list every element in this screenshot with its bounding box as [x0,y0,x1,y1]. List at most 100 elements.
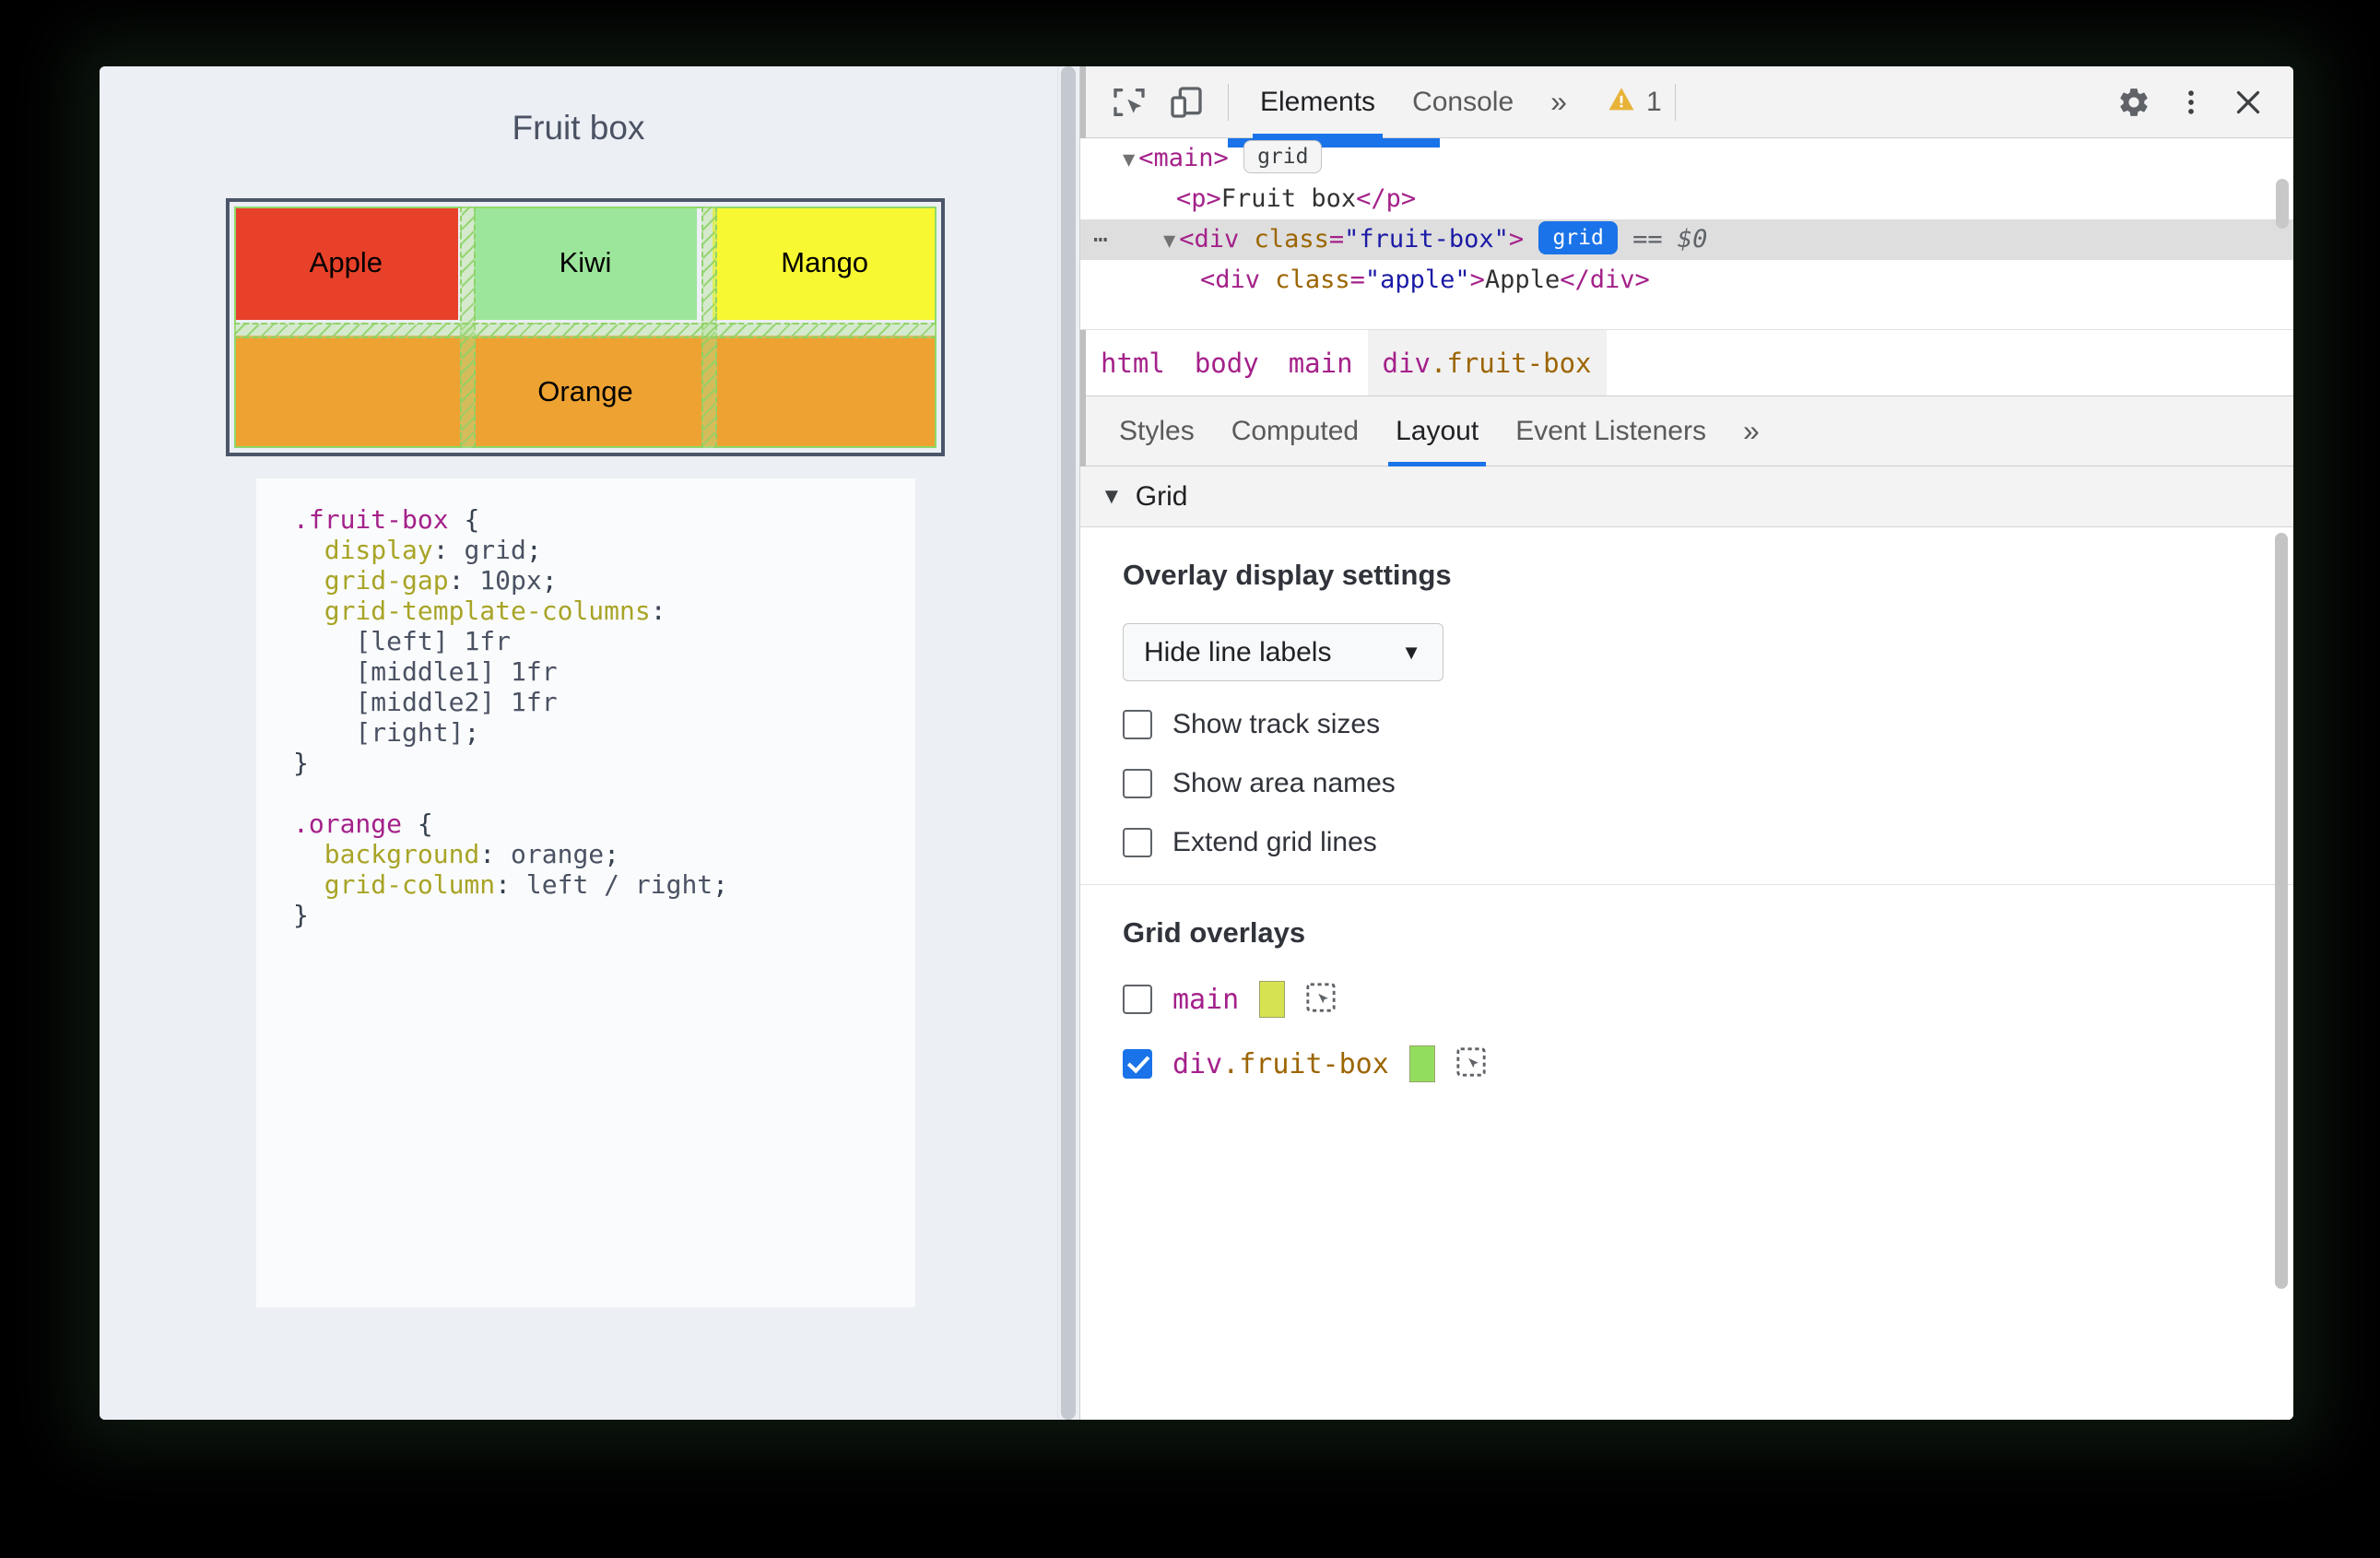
dom-tree-row[interactable]: ▼ <main> grid [1080,138,2293,179]
close-icon[interactable] [2220,74,2277,131]
dom-console-ref: $0 [1677,225,1708,254]
checkbox-row-show-area-names[interactable]: Show area names [1123,768,2251,799]
dom-token: > [1469,266,1485,294]
grid-overlays-heading: Grid overlays [1123,916,1306,949]
fruit-box-container: Apple Kiwi Mango Orange [226,198,945,456]
dom-token: class [1239,225,1329,254]
grid-overlay-item: div.fruit-box [1123,1045,2251,1082]
dom-tree-row[interactable]: <p>Fruit box</p> [1080,179,2293,219]
page-scrollbar-track[interactable] [1057,66,1079,1420]
line-labels-select-wrap[interactable]: Hide line labelsShow line namesShow line… [1123,623,1443,681]
device-toolbar-icon[interactable] [1158,74,1215,131]
expand-twisty-icon[interactable]: ▼ [1123,148,1135,171]
more-vertical-icon[interactable] [2162,74,2220,131]
dom-token: Apple [1484,266,1561,294]
overlay-display-settings: Overlay display settings Hide line label… [1080,527,2293,885]
select-element-icon[interactable] [1455,1046,1487,1082]
dom-token: div [1589,266,1635,294]
grid-overlay-element-name[interactable]: main [1172,984,1239,1016]
breadcrumb-item-body[interactable]: body [1180,330,1274,395]
chevron-down-icon[interactable]: ▼ [1101,484,1123,510]
grid-overlay-item: main [1123,981,2251,1018]
grid-cell-apple: Apple [234,207,458,320]
grid-cell-label: Orange [537,374,633,407]
page-scrollbar-thumb[interactable] [1061,66,1076,1420]
tab-layout[interactable]: Layout [1377,396,1497,466]
css-source-card: .fruit-box { display: grid; grid-gap: 10… [256,478,915,1307]
breadcrumb-tag: html [1101,347,1165,379]
dom-token: < [1200,266,1216,294]
breadcrumb-item-main[interactable]: main [1274,330,1368,395]
grid-overlay-color-swatch[interactable] [1408,1045,1435,1082]
grid-cell-label: Apple [309,246,383,279]
dom-tree[interactable]: ▼ <main> grid <p>Fruit box</p> ⋯ ▼ <div class… [1080,138,2293,330]
warning-count: 1 [1645,86,1662,117]
warning-indicator[interactable]: 1 [1606,84,1662,120]
breadcrumb: html body main div .fruit-box [1080,330,2293,396]
dom-token: < [1179,225,1195,254]
grid-badge[interactable]: grid [1538,221,1618,254]
toolbar-divider-2 [1674,83,1676,121]
checkbox-icon[interactable] [1123,769,1152,798]
overlay-checkbox-list: Show track sizes Show area names Extend gr… [1123,709,2251,858]
grid-overlay-checkbox[interactable] [1123,1049,1152,1079]
dom-token: > [1634,266,1650,294]
dom-token: > [1213,144,1229,172]
grid-cell-label: Kiwi [559,246,612,279]
dom-token: = [1328,225,1345,254]
expand-twisty-icon[interactable]: ▼ [1163,230,1175,253]
dom-token: main [1153,144,1214,172]
breadcrumb-item-html[interactable]: html [1080,330,1180,395]
grid-cell-label: Mango [781,246,869,279]
breadcrumb-tag: body [1194,347,1259,379]
devtools-toolbar: Elements Console » 1 [1080,66,2293,138]
page-title: Fruit box [512,109,645,147]
select-element-icon[interactable] [1305,982,1337,1018]
grid-overlay-list: main div.fruit-box [1123,981,2251,1082]
more-tabs-icon[interactable]: » [1532,85,1585,119]
grid-section-header[interactable]: ▼ Grid [1080,466,2293,527]
dom-token: div [1215,266,1261,294]
dom-token: p [1385,184,1401,213]
grid-overlay-element-name[interactable]: div.fruit-box [1172,1048,1389,1080]
css-source-code: .fruit-box { display: grid; grid-gap: 10… [293,504,729,931]
dom-tree-scrollbar[interactable] [2276,179,2289,229]
fruit-box-grid: Apple Kiwi Mango Orange [234,207,937,448]
dom-token: </ [1356,184,1386,213]
tab-styles[interactable]: Styles [1101,396,1213,466]
breadcrumb-item-div-fruit-box[interactable]: div .fruit-box [1367,330,1607,395]
line-labels-select[interactable]: Hide line labelsShow line namesShow line… [1123,623,1443,681]
tab-console[interactable]: Console [1394,66,1532,138]
dom-tree-row[interactable]: <div class="apple">Apple</div> [1080,260,2293,301]
layout-pane: ▼ Grid Overlay display settings Hide lin… [1080,466,2293,1420]
grid-overlays-section: Grid overlays main div.fruit-box [1080,885,2293,1136]
dom-tree-row[interactable]: ⋯ ▼ <div class="fruit-box"> grid == $0 [1080,219,2293,260]
grid-cell-mango: Mango [713,207,937,320]
dom-token: > [1206,184,1221,213]
gear-icon[interactable] [2105,74,2162,131]
row-actions-icon[interactable]: ⋯ [1093,219,1110,260]
devtools-sidebar-tabs: Styles Computed Layout Event Listeners » [1080,396,2293,466]
dom-tree-rows: ▼ <main> grid <p>Fruit box</p> ⋯ ▼ <div class… [1080,138,2293,301]
checkbox-icon[interactable] [1123,828,1152,857]
more-sidebar-tabs-icon[interactable]: » [1725,414,1778,448]
checkbox-row-extend-grid-lines[interactable]: Extend grid lines [1123,827,2251,858]
devtools-panel: Elements Console » 1 ▼ <main> grid <p>Fr… [1079,66,2293,1420]
toolbar-right-group [2105,74,2293,131]
grid-cell-orange: Orange [234,335,937,448]
toolbar-divider [1228,83,1229,121]
inspect-element-icon[interactable] [1101,74,1158,131]
checkbox-icon[interactable] [1123,710,1152,739]
tab-elements[interactable]: Elements [1242,66,1394,138]
dom-token: = [1349,266,1365,294]
dom-token: "apple" [1364,266,1470,294]
grid-overlay-color-swatch[interactable] [1259,981,1286,1018]
tab-computed[interactable]: Computed [1213,396,1377,466]
layout-pane-scrollbar[interactable] [2275,533,2288,1289]
grid-badge[interactable]: grid [1243,140,1323,173]
grid-overlay-checkbox[interactable] [1123,985,1152,1014]
dom-token: </ [1560,266,1590,294]
tab-event-listeners[interactable]: Event Listeners [1497,396,1725,466]
checkbox-row-show-track-sizes[interactable]: Show track sizes [1123,709,2251,740]
checkbox-label: Extend grid lines [1172,827,1377,857]
